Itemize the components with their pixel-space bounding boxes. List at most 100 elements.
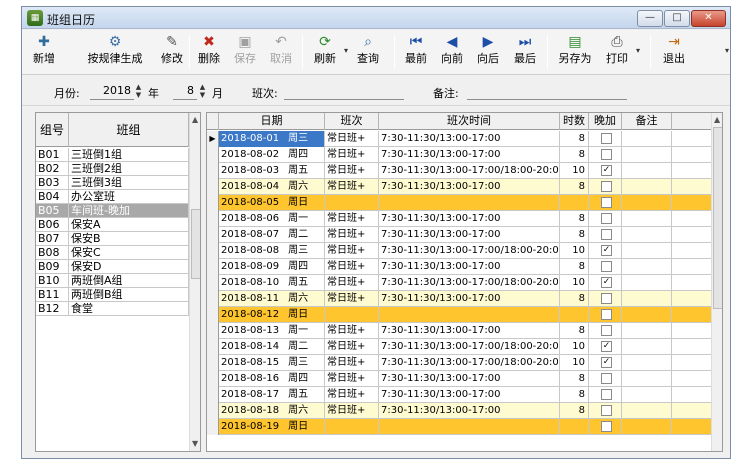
note-cell[interactable] <box>622 339 672 355</box>
hours-cell[interactable] <box>560 307 589 323</box>
shift-time-cell[interactable]: 7:30-11:30/13:00-17:00/18:00-20:00 <box>379 163 560 179</box>
date-cell[interactable]: 2018-08-16 周四 <box>219 371 325 387</box>
column-header-shift-time[interactable]: 班次时间 <box>379 113 560 130</box>
group-grid-scrollbar[interactable]: ▲ ▼ <box>189 113 200 451</box>
shift-cell[interactable]: 常日班+ <box>325 179 379 195</box>
save-button[interactable]: ▣ 保存 <box>230 32 260 72</box>
column-header-note[interactable]: 备注 <box>622 113 672 130</box>
date-cell[interactable]: 2018-08-10 周五 <box>219 275 325 291</box>
year-spinner[interactable]: ▲ ▼ <box>134 83 143 99</box>
note-cell[interactable] <box>622 403 672 419</box>
group-row[interactable]: B01 三班倒1组 <box>36 148 189 162</box>
shift-cell[interactable]: 常日班+ <box>325 275 379 291</box>
schedule-row[interactable]: 2018-08-03 周五 常日班+ 7:30-11:30/13:00-17:00/1… <box>207 163 711 179</box>
shift-time-cell[interactable]: 7:30-11:30/13:00-17:00/18:00-20:00 <box>379 275 560 291</box>
overtime-checkbox[interactable] <box>601 293 612 304</box>
date-cell[interactable]: 2018-08-05 周日 <box>219 195 325 211</box>
maximize-button[interactable]: □ <box>664 10 690 27</box>
note-cell[interactable] <box>622 355 672 371</box>
hours-cell[interactable] <box>560 419 589 435</box>
overtime-checkbox[interactable] <box>601 421 612 432</box>
schedule-row[interactable]: ▶ 2018-08-01 周三 常日班+ 7:30-11:30/13:00-17:00 8 <box>207 131 711 147</box>
schedule-row[interactable]: 2018-08-10 周五 常日班+ 7:30-11:30/13:00-17:00/1… <box>207 275 711 291</box>
date-cell[interactable]: 2018-08-08 周三 <box>219 243 325 259</box>
column-header-overtime[interactable]: 晚加 <box>589 113 622 130</box>
dropdown-arrow-icon[interactable]: ▾ <box>344 46 348 55</box>
group-row[interactable]: B06 保安A <box>36 218 189 232</box>
shift-time-cell[interactable]: 7:30-11:30/13:00-17:00 <box>379 323 560 339</box>
group-row[interactable]: B10 两班倒A组 <box>36 274 189 288</box>
hours-cell[interactable]: 10 <box>560 355 589 371</box>
shift-cell[interactable]: 常日班+ <box>325 355 379 371</box>
shift-time-cell[interactable]: 7:30-11:30/13:00-17:00 <box>379 131 560 147</box>
scroll-thumb[interactable] <box>713 127 722 309</box>
shift-cell[interactable]: 常日班+ <box>325 147 379 163</box>
shift-time-cell[interactable]: 7:30-11:30/13:00-17:00 <box>379 291 560 307</box>
shift-time-cell[interactable] <box>379 419 560 435</box>
hours-cell[interactable]: 10 <box>560 243 589 259</box>
hours-cell[interactable]: 8 <box>560 323 589 339</box>
hours-cell[interactable]: 10 <box>560 163 589 179</box>
schedule-row[interactable]: 2018-08-05 周日 <box>207 195 711 211</box>
group-row[interactable]: B05 车间班-晚加 <box>36 204 189 218</box>
hours-cell[interactable]: 8 <box>560 371 589 387</box>
shift-cell[interactable]: 常日班+ <box>325 259 379 275</box>
shift-cell[interactable]: 常日班+ <box>325 291 379 307</box>
dropdown-arrow-icon[interactable]: ▾ <box>636 46 640 55</box>
overtime-checkbox[interactable] <box>601 197 612 208</box>
note-cell[interactable] <box>622 147 672 163</box>
shift-cell[interactable]: 常日班+ <box>325 339 379 355</box>
hours-cell[interactable]: 8 <box>560 291 589 307</box>
date-cell[interactable]: 2018-08-17 周五 <box>219 387 325 403</box>
group-row[interactable]: B04 办公室班 <box>36 190 189 204</box>
note-cell[interactable] <box>622 387 672 403</box>
overtime-checkbox[interactable]: ✓ <box>601 277 612 288</box>
date-cell[interactable]: 2018-08-12 周日 <box>219 307 325 323</box>
group-row[interactable]: B03 三班倒3组 <box>36 176 189 190</box>
hours-cell[interactable]: 8 <box>560 131 589 147</box>
prev-button[interactable]: ◀ 向前 <box>436 32 468 72</box>
note-cell[interactable] <box>622 419 672 435</box>
note-cell[interactable] <box>622 371 672 387</box>
hours-cell[interactable]: 10 <box>560 275 589 291</box>
overtime-checkbox[interactable]: ✓ <box>601 357 612 368</box>
overtime-checkbox[interactable] <box>601 149 612 160</box>
note-cell[interactable] <box>622 179 672 195</box>
schedule-row[interactable]: 2018-08-14 周二 常日班+ 7:30-11:30/13:00-17:00/1… <box>207 339 711 355</box>
scroll-thumb[interactable] <box>191 209 200 279</box>
year-input[interactable]: 2018 <box>90 83 134 100</box>
schedule-row[interactable]: 2018-08-06 周一 常日班+ 7:30-11:30/13:00-17:00 8 <box>207 211 711 227</box>
date-cell[interactable]: 2018-08-14 周二 <box>219 339 325 355</box>
column-header-date[interactable]: 日期 <box>219 113 325 130</box>
overtime-checkbox[interactable]: ✓ <box>601 341 612 352</box>
column-header-hours[interactable]: 时数 <box>560 113 589 130</box>
note-cell[interactable] <box>622 323 672 339</box>
shift-cell[interactable]: 常日班+ <box>325 323 379 339</box>
remark-field[interactable] <box>467 83 627 100</box>
dropdown-arrow-icon[interactable]: ▾ <box>725 46 729 55</box>
hours-cell[interactable]: 8 <box>560 211 589 227</box>
schedule-grid-scrollbar[interactable]: ▲ <box>711 113 722 451</box>
close-button[interactable]: ✕ <box>691 10 726 27</box>
edit-button[interactable]: ✎ 修改 <box>157 32 187 72</box>
column-header-shift[interactable]: 班次 <box>325 113 379 130</box>
overtime-checkbox[interactable] <box>601 325 612 336</box>
shift-time-cell[interactable]: 7:30-11:30/13:00-17:00 <box>379 387 560 403</box>
shift-time-cell[interactable]: 7:30-11:30/13:00-17:00 <box>379 259 560 275</box>
schedule-row[interactable]: 2018-08-02 周四 常日班+ 7:30-11:30/13:00-17:00 8 <box>207 147 711 163</box>
overtime-checkbox[interactable] <box>601 229 612 240</box>
shift-time-cell[interactable]: 7:30-11:30/13:00-17:00 <box>379 211 560 227</box>
date-cell[interactable]: 2018-08-18 周六 <box>219 403 325 419</box>
note-cell[interactable] <box>622 259 672 275</box>
schedule-row[interactable]: 2018-08-12 周日 <box>207 307 711 323</box>
shift-time-cell[interactable]: 7:30-11:30/13:00-17:00/18:00-20:00 <box>379 339 560 355</box>
minimize-button[interactable]: — <box>637 10 663 27</box>
month-spinner[interactable]: ▲ ▼ <box>198 83 207 99</box>
date-cell[interactable]: 2018-08-15 周三 <box>219 355 325 371</box>
scroll-up-arrow-icon[interactable]: ▲ <box>192 115 198 124</box>
column-header-group-id[interactable]: 组号 <box>36 113 69 147</box>
cancel-button[interactable]: ↶ 取消 <box>266 32 296 72</box>
date-cell[interactable]: 2018-08-01 周三 <box>219 131 325 147</box>
schedule-row[interactable]: 2018-08-17 周五 常日班+ 7:30-11:30/13:00-17:00 8 <box>207 387 711 403</box>
schedule-row[interactable]: 2018-08-08 周三 常日班+ 7:30-11:30/13:00-17:00/1… <box>207 243 711 259</box>
